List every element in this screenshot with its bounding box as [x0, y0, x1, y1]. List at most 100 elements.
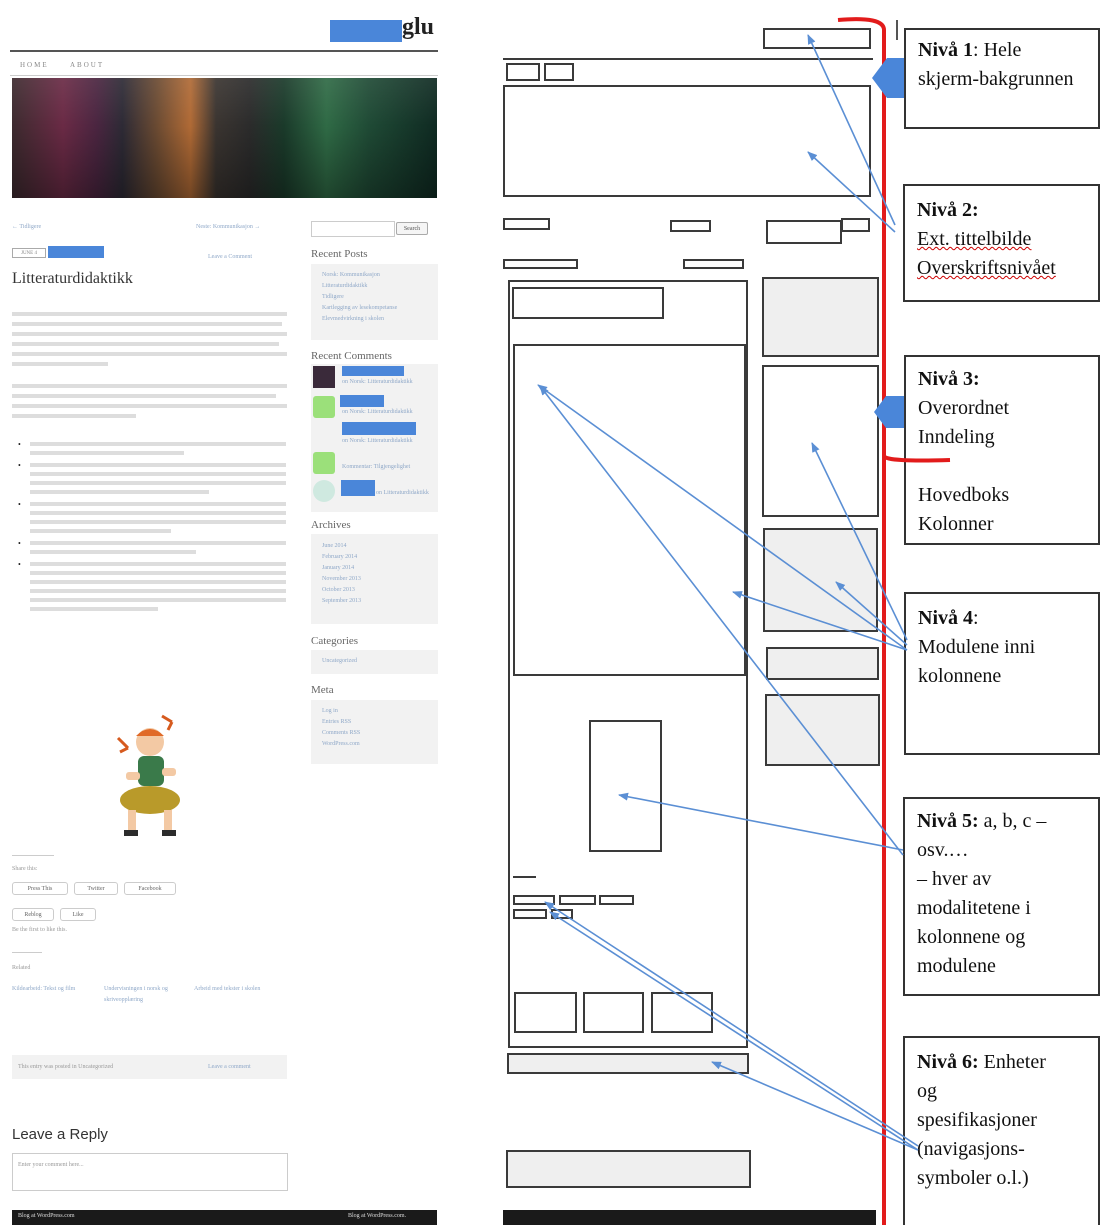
wf-post-meta [503, 259, 578, 269]
level-6-title: Nivå 6: [917, 1051, 979, 1073]
meta-item[interactable]: Entries RSS [322, 717, 360, 728]
search-button[interactable]: Search [396, 222, 428, 235]
search-button-label: Search [403, 226, 421, 232]
level-1-title: Nivå 1 [918, 39, 973, 61]
related-post-1[interactable]: Kildearbeid: Tekst og film [12, 984, 90, 995]
level-3-title: Nivå 3: [918, 368, 980, 390]
post-date-badge: JUNE 4 [12, 248, 46, 258]
blog-screenshot: glu HOME ABOUT ← Tidligere Neste: Kommun… [0, 0, 445, 1225]
archive-item[interactable]: October 2013 [322, 585, 361, 596]
archive-item[interactable]: November 2013 [322, 574, 361, 585]
level-3-line-4: Hovedboks [918, 484, 1010, 506]
nav-home[interactable]: HOME [20, 61, 49, 69]
comment-link[interactable]: Leave a Comment [208, 252, 252, 263]
reblog-button[interactable]: Reblog [12, 908, 54, 921]
wf-share-button [599, 895, 634, 905]
archive-item[interactable]: June 2014 [322, 541, 361, 552]
recent-comment-item[interactable]: on Norsk: Litteraturdidaktikk [342, 407, 432, 418]
level-4-title: Nivå 4 [918, 607, 973, 629]
nav-about[interactable]: ABOUT [70, 61, 104, 69]
level-5-text: a, b, c – [983, 810, 1047, 832]
wf-sidebar-module [765, 694, 880, 766]
post-date-label: JUNE 4 [21, 251, 37, 256]
wf-post-body [513, 344, 746, 676]
like-label: Like [72, 912, 84, 918]
share-facebook-button[interactable]: Facebook [124, 882, 176, 895]
wf-sidebar-module [762, 365, 879, 517]
wf-like-button [551, 909, 573, 919]
level-6-line-1: og [917, 1080, 937, 1102]
wf-related-item [583, 992, 644, 1033]
recent-comment-item[interactable]: on Norsk: Litteraturdidaktikk [342, 436, 432, 447]
widget-recent-comments-title: Recent Comments [311, 350, 392, 362]
recent-comment-item[interactable]: on Norsk: Litteraturdidaktikk [342, 377, 432, 388]
level-6-text: Enheter [983, 1051, 1046, 1073]
recent-post-item[interactable]: Kartlegging av lesekompetanse [322, 303, 397, 314]
widget-recent-posts-title: Recent Posts [311, 248, 368, 260]
archive-item[interactable]: September 2013 [322, 596, 361, 607]
post-title: Litteraturdidaktikk [12, 270, 133, 287]
wf-prev-link [503, 218, 550, 230]
footer-right-text: Blog at WordPress.com. [348, 1213, 407, 1219]
recent-post-item[interactable]: Norsk: Kommunikasjon [322, 270, 397, 281]
archive-item[interactable]: February 2014 [322, 552, 361, 563]
meta-item[interactable]: WordPress.com [322, 739, 360, 750]
related-post-3[interactable]: Arbeid med tekster i skolen [194, 984, 274, 995]
reply-heading: Leave a Reply [12, 1126, 108, 1143]
avatar [313, 452, 335, 474]
recent-post-item[interactable]: Elevmedvirkning i skolen [322, 314, 397, 325]
footer-left-text: Blog at WordPress.com [18, 1213, 75, 1219]
share-rule [12, 855, 54, 856]
meta-item[interactable]: Comments RSS [322, 728, 360, 739]
share-press-button[interactable]: Press This [12, 882, 68, 895]
meta-item[interactable]: Log in [322, 706, 360, 717]
share-twitter-button[interactable]: Twitter [74, 882, 118, 895]
level-2-title: Nivå 2: [917, 199, 979, 221]
share-press-label: Press This [27, 886, 53, 892]
wf-reply-box [506, 1150, 751, 1188]
level-2-line-2: Overskriftsnivået [917, 257, 1056, 279]
recent-comment-item[interactable]: on Litteraturdidaktikk [376, 488, 436, 499]
arrow-level6-category [711, 1061, 919, 1151]
level-2-line-1: Ext. tittelbilde [917, 228, 1032, 250]
wf-comment-link [683, 259, 744, 269]
level-5-line-2: – hver av [917, 868, 992, 890]
level-3-callout: Nivå 3: Overordnet Inndeling Hovedboks K… [904, 355, 1100, 545]
category-text: This entry was posted in Uncategorized [18, 1064, 114, 1070]
related-post-2[interactable]: Undervisningen i norsk og skriveopplærin… [104, 984, 186, 1006]
search-input[interactable] [311, 221, 395, 237]
prev-post-link[interactable]: ← Tidligere [12, 222, 41, 233]
wf-site-title-box [763, 28, 871, 49]
wf-search-button [841, 218, 870, 232]
post-body [12, 312, 287, 432]
site-title: glu [402, 14, 435, 40]
next-post-link[interactable]: Neste: Kommunikasjon → [196, 222, 260, 233]
level-5-line-4: kolonnene og [917, 926, 1026, 948]
related-label: Related [12, 965, 31, 971]
level-6-line-2: spesifikasjoner [917, 1109, 1037, 1131]
level-4-line-1: Modulene inni [918, 636, 1036, 658]
wf-next-link [670, 220, 711, 232]
category-item[interactable]: Uncategorized [322, 656, 357, 667]
level-5-line-3: modalitetene i [917, 897, 1031, 919]
reply-textarea[interactable] [12, 1153, 288, 1191]
recent-post-item[interactable]: Litteraturdidaktikk [322, 281, 397, 292]
wf-nav-item [506, 63, 540, 81]
redacted-commenter [342, 366, 404, 376]
leave-comment-link[interactable]: Leave a comment [208, 1062, 251, 1073]
avatar [313, 366, 335, 388]
widget-meta-title: Meta [311, 684, 334, 696]
like-button[interactable]: Like [60, 908, 96, 921]
like-text: Be the first to like this. [12, 927, 67, 933]
share-twitter-label: Twitter [87, 886, 105, 892]
wf-post-title [512, 287, 664, 319]
redacted-commenter [342, 422, 416, 435]
widget-categories-title: Categories [311, 635, 359, 647]
archive-item[interactable]: January 2014 [322, 563, 361, 574]
wf-sidebar-module [766, 647, 879, 680]
wf-header-line [503, 58, 873, 60]
recent-comment-item[interactable]: Kommentar: Tilgjengelighet [342, 462, 432, 473]
widget-recent-posts-list: Norsk: Kommunikasjon Litteraturdidaktikk… [322, 270, 397, 325]
wf-sidebar-module [762, 277, 879, 357]
recent-post-item[interactable]: Tidligere [322, 292, 397, 303]
